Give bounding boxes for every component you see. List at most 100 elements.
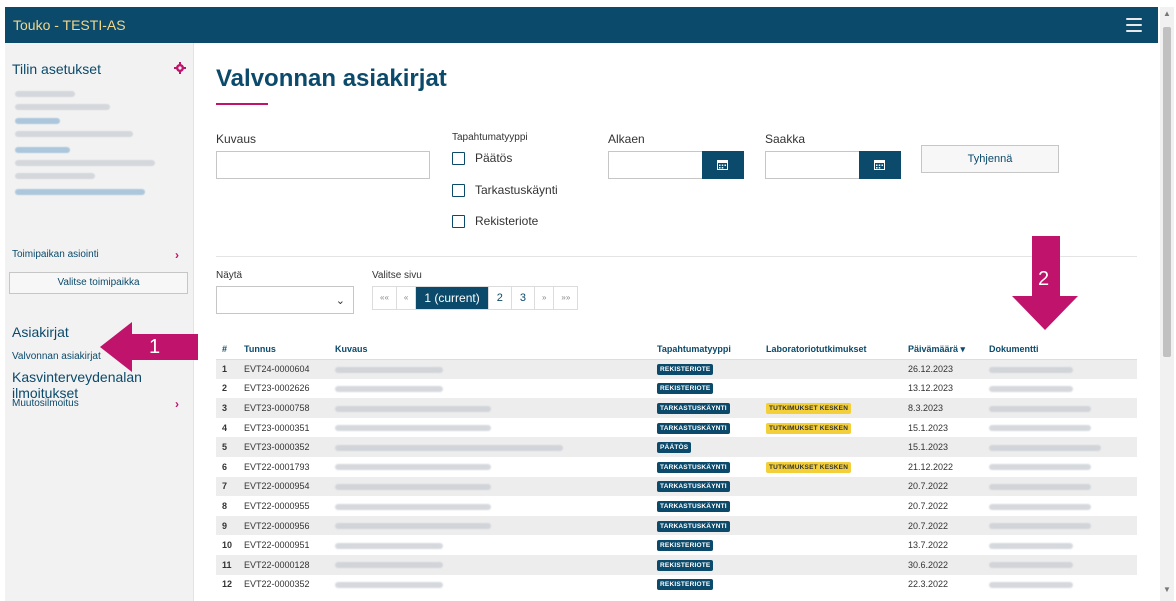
row-lab (760, 535, 902, 555)
clear-filters-button[interactable]: Tyhjennä (921, 145, 1059, 173)
table-row[interactable]: 3 EVT23-0000758 TARKASTUSKÄYNTI TUTKIMUKSET… (216, 398, 1137, 418)
checkbox-label: Tarkastuskäynti (475, 183, 558, 197)
checkbox-tarkastuskaynti[interactable] (452, 184, 465, 197)
start-date-input[interactable] (608, 151, 704, 179)
sidebar-item-valvonnan-asiakirjat[interactable]: Valvonnan asiakirjat (12, 351, 101, 362)
pager-last[interactable]: »» (554, 287, 578, 309)
end-date-input[interactable] (765, 151, 861, 179)
chevron-right-icon[interactable]: › (175, 397, 179, 411)
row-kuvaus (329, 535, 651, 555)
row-tunnus: EVT22-0000352 (244, 579, 310, 590)
chevron-right-icon[interactable]: › (175, 248, 179, 262)
table-row[interactable]: 4 EVT23-0000351 TARKASTUSKÄYNTI TUTKIMUKSET… (216, 418, 1137, 438)
redacted-document-link[interactable] (989, 562, 1074, 569)
select-office-button[interactable]: Valitse toimipaikka (9, 272, 188, 294)
row-number: 1 (216, 359, 239, 379)
row-document[interactable] (983, 457, 1137, 477)
scrollbar-thumb[interactable] (1163, 27, 1171, 357)
col-tapahtumatyyppi[interactable]: Tapahtumatyyppi (651, 340, 761, 360)
sidebar-item-toimipaikan-asiointi[interactable]: Toimipaikan asiointi (12, 249, 99, 260)
pager-next[interactable]: » (534, 287, 555, 309)
redacted-document-link[interactable] (989, 581, 1074, 588)
row-type: TARKASTUSKÄYNTI (651, 515, 761, 536)
hamburger-menu-icon[interactable] (1126, 18, 1142, 32)
redacted-document-link[interactable] (989, 483, 1092, 490)
row-type: TARKASTUSKÄYNTI (651, 418, 760, 438)
row-kuvaus (329, 379, 651, 399)
row-date: 30.6.2022 (902, 554, 984, 575)
table-row[interactable]: 1 EVT24-0000604 REKISTERIOTE 26.12.2023 (216, 359, 1137, 379)
table-row[interactable]: 2 EVT23-0002626 REKISTERIOTE 13.12.2023 (216, 379, 1137, 399)
callout-number-2: 2 (1038, 268, 1050, 290)
row-document[interactable] (983, 496, 1137, 516)
col-paivamaara[interactable]: Päivämäärä ▾ (902, 340, 984, 360)
table-row[interactable]: 8 EVT22-0000955 TARKASTUSKÄYNTI 20.7.2022 (216, 496, 1137, 516)
row-document[interactable] (983, 398, 1137, 418)
row-document[interactable] (983, 515, 1137, 536)
redacted-document-link[interactable] (989, 444, 1102, 451)
row-kuvaus (329, 418, 651, 438)
row-document[interactable] (983, 575, 1137, 595)
pager-page-3[interactable]: 3 (511, 287, 535, 309)
redacted-description (335, 425, 492, 432)
row-tunnus: EVT23-0000758 (238, 398, 330, 418)
table-row[interactable]: 9 EVT22-0000956 TARKASTUSKÄYNTI 20.7.2022 (216, 515, 1137, 536)
redacted-document-link[interactable] (989, 425, 1092, 432)
description-input[interactable] (216, 151, 430, 179)
row-number: 3 (216, 398, 239, 418)
lab-status-badge: TUTKIMUKSET KESKEN (766, 402, 852, 414)
checkbox-paatos[interactable] (452, 152, 465, 165)
gear-icon[interactable] (174, 62, 186, 74)
pager-first[interactable]: «« (373, 287, 397, 309)
redacted-document-link[interactable] (989, 523, 1092, 530)
redacted-document-link[interactable] (989, 405, 1092, 412)
show-count-label: Näytä (216, 270, 243, 281)
table-row[interactable]: 6 EVT22-0001793 TARKASTUSKÄYNTI TUTKIMUKSET… (216, 457, 1137, 477)
table-row[interactable]: 10 EVT22-0000951 REKISTERIOTE 13.7.2022 (216, 535, 1137, 555)
redacted-document-link[interactable] (989, 366, 1074, 373)
redacted-account-info (15, 131, 133, 137)
table-row[interactable]: 11 EVT22-0000128 REKISTERIOTE 30.6.2022 (216, 554, 1137, 575)
col-dokumentti[interactable]: Dokumentti (983, 340, 1137, 360)
col-kuvaus[interactable]: Kuvaus (329, 340, 652, 360)
page-size-select[interactable]: ⌄ (216, 286, 354, 314)
scroll-up-icon[interactable]: ▲ (1163, 9, 1171, 18)
redacted-document-link[interactable] (989, 464, 1092, 471)
page-scrollbar[interactable]: ▲ ▼ (1160, 7, 1174, 601)
row-tunnus: EVT22-0000956 (238, 515, 330, 536)
row-document[interactable] (983, 379, 1137, 399)
event-type-label: Tapahtumatyyppi (452, 132, 528, 143)
row-date: 8.3.2023 (902, 398, 984, 418)
row-number: 11 (216, 554, 239, 575)
row-document[interactable] (983, 535, 1137, 555)
event-type-badge: REKISTERIOTE (657, 540, 714, 552)
redacted-document-link[interactable] (989, 386, 1074, 393)
checkbox-rekisteriote[interactable] (452, 215, 465, 228)
page-title: Valvonnan asiakirjat (216, 65, 447, 92)
row-document[interactable] (983, 418, 1137, 438)
start-date-label: Alkaen (608, 132, 645, 146)
row-date: 20.7.2022 (908, 500, 949, 511)
row-lab (760, 554, 903, 575)
row-tunnus: EVT22-0000954 (238, 476, 330, 497)
table-row[interactable]: 12 EVT22-0000352 REKISTERIOTE 22.3.2022 (216, 575, 1137, 595)
table-row[interactable]: 7 EVT22-0000954 TARKASTUSKÄYNTI 20.7.2022 (216, 476, 1137, 497)
calendar-icon[interactable] (702, 151, 744, 179)
sidebar-item-muutosilmoitus[interactable]: Muutosilmoitus (12, 398, 79, 409)
scroll-down-icon[interactable]: ▼ (1163, 585, 1171, 594)
pager-prev[interactable]: « (396, 287, 417, 309)
row-date: 13.12.2023 (908, 383, 954, 394)
redacted-document-link[interactable] (989, 503, 1092, 510)
row-document[interactable] (983, 554, 1137, 575)
col-laboratoriotutkimukset[interactable]: Laboratoriotutkimukset (760, 340, 903, 360)
row-document[interactable] (983, 476, 1137, 497)
pager-current[interactable]: 1 (current) (416, 287, 489, 309)
col-tunnus[interactable]: Tunnus (238, 340, 330, 360)
pager-page-2[interactable]: 2 (488, 287, 512, 309)
redacted-document-link[interactable] (989, 542, 1074, 549)
calendar-icon[interactable] (859, 151, 901, 179)
row-document[interactable] (983, 437, 1137, 457)
table-row[interactable]: 5 EVT23-0000352 PÄÄTÖS 15.1.2023 (216, 437, 1137, 457)
row-lab (760, 359, 903, 379)
row-document[interactable] (983, 359, 1137, 379)
